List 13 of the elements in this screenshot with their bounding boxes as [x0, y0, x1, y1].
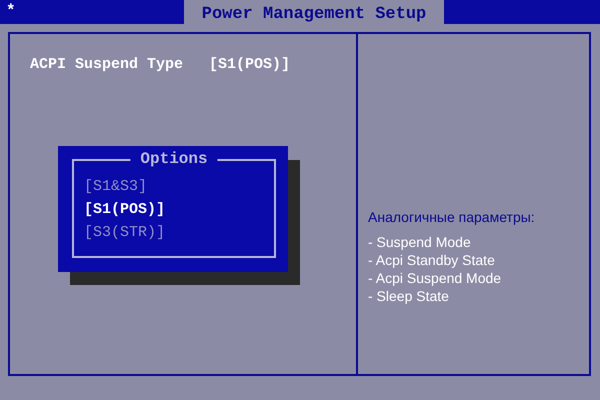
- screen-title: Power Management Setup: [184, 0, 444, 24]
- option-item[interactable]: [S1(POS)]: [84, 198, 274, 221]
- star-marker: *: [5, 1, 17, 22]
- setting-label: ACPI Suspend Type: [30, 56, 184, 73]
- option-item[interactable]: [S1&S3]: [84, 175, 274, 198]
- help-item: - Sleep State: [368, 287, 450, 305]
- setting-value[interactable]: [S1(POS)]: [209, 56, 290, 73]
- help-item: - Suspend Mode: [368, 233, 472, 251]
- popup-title: Options: [130, 150, 218, 168]
- option-item[interactable]: [S3(STR)]: [84, 221, 274, 244]
- help-heading: Аналогичные параметры:: [368, 209, 536, 225]
- help-item: - Acpi Suspend Mode: [368, 269, 502, 287]
- help-item: - Acpi Standby State: [368, 251, 496, 269]
